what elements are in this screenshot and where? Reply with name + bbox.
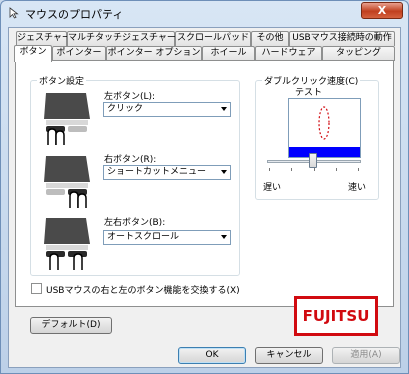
tab-pointer-options[interactable]: ポインター オプション bbox=[106, 46, 202, 61]
apply-button[interactable]: 適用(A) bbox=[332, 347, 400, 364]
ok-button[interactable]: OK bbox=[178, 347, 246, 364]
slow-label: 遅い bbox=[263, 183, 282, 193]
tab-usb-mouse-behavior[interactable]: USBマウス接続時の動作 bbox=[289, 31, 395, 46]
right-button-select[interactable]: ショートカットメニュー bbox=[103, 165, 231, 180]
tab-hardware[interactable]: ハードウェア bbox=[255, 46, 322, 61]
chevron-down-icon bbox=[221, 170, 227, 174]
fast-label: 速い bbox=[348, 183, 367, 193]
tab-scroll-pad[interactable]: スクロールパッド bbox=[175, 31, 251, 46]
tab-buttons[interactable]: ボタン bbox=[14, 45, 52, 62]
tab-tapping[interactable]: タッピング bbox=[322, 46, 395, 61]
slider-tick bbox=[314, 168, 315, 171]
fujitsu-logo: FUJITSU bbox=[294, 296, 378, 336]
close-button[interactable]: X bbox=[361, 2, 403, 19]
title-bar[interactable]: マウスのプロパティ X bbox=[1, 1, 408, 25]
left-button-value: クリック bbox=[107, 104, 144, 114]
slider-tick bbox=[336, 168, 337, 171]
chevron-down-icon bbox=[221, 107, 227, 111]
tab-other[interactable]: その他 bbox=[251, 31, 289, 46]
double-click-speed-slider[interactable] bbox=[309, 153, 317, 168]
slider-tick bbox=[358, 168, 359, 171]
right-button-value: ショートカットメニュー bbox=[107, 167, 207, 177]
swap-buttons-checkbox[interactable] bbox=[31, 283, 42, 294]
swap-buttons-label[interactable]: USBマウスの右と左のボタン機能を交換する(X) bbox=[46, 283, 240, 296]
left-button-label: 左ボタン(L): bbox=[104, 92, 156, 102]
mouse-both-buttons-icon bbox=[44, 218, 90, 270]
double-click-test-area[interactable] bbox=[288, 98, 361, 158]
chevron-down-icon bbox=[221, 235, 227, 239]
both-buttons-label: 左右ボタン(B): bbox=[104, 218, 166, 228]
window-title: マウスのプロパティ bbox=[25, 8, 124, 21]
test-area-blue-bar bbox=[289, 147, 360, 157]
slider-tick bbox=[269, 168, 270, 171]
tab-multitouch-gesture[interactable]: マルチタッチジェスチャー bbox=[67, 31, 176, 46]
default-button[interactable]: デフォルト(D) bbox=[30, 317, 112, 334]
close-icon: X bbox=[377, 4, 387, 17]
tab-pointer[interactable]: ポインター bbox=[52, 46, 106, 61]
slider-tick bbox=[291, 168, 292, 171]
mouse-properties-window: マウスのプロパティ X ジェスチャー マルチタッチジェスチャー スクロールパッド… bbox=[0, 0, 409, 374]
mouse-left-button-icon bbox=[44, 93, 90, 145]
tab-gesture[interactable]: ジェスチャー bbox=[16, 31, 71, 46]
button-settings-label: ボタン設定 bbox=[37, 74, 87, 87]
mouse-pointer-icon bbox=[9, 7, 19, 19]
right-button-label: 右ボタン(R): bbox=[104, 155, 157, 165]
both-buttons-value: オートスクロール bbox=[107, 232, 180, 242]
both-buttons-select[interactable]: オートスクロール bbox=[103, 230, 231, 245]
left-button-select[interactable]: クリック bbox=[103, 102, 231, 117]
cancel-button[interactable]: キャンセル bbox=[255, 347, 323, 364]
mouse-right-button-icon bbox=[44, 156, 90, 208]
tab-wheel[interactable]: ホイール bbox=[202, 46, 255, 61]
test-ellipse-icon bbox=[318, 106, 330, 140]
test-area-label: テスト bbox=[295, 88, 323, 98]
